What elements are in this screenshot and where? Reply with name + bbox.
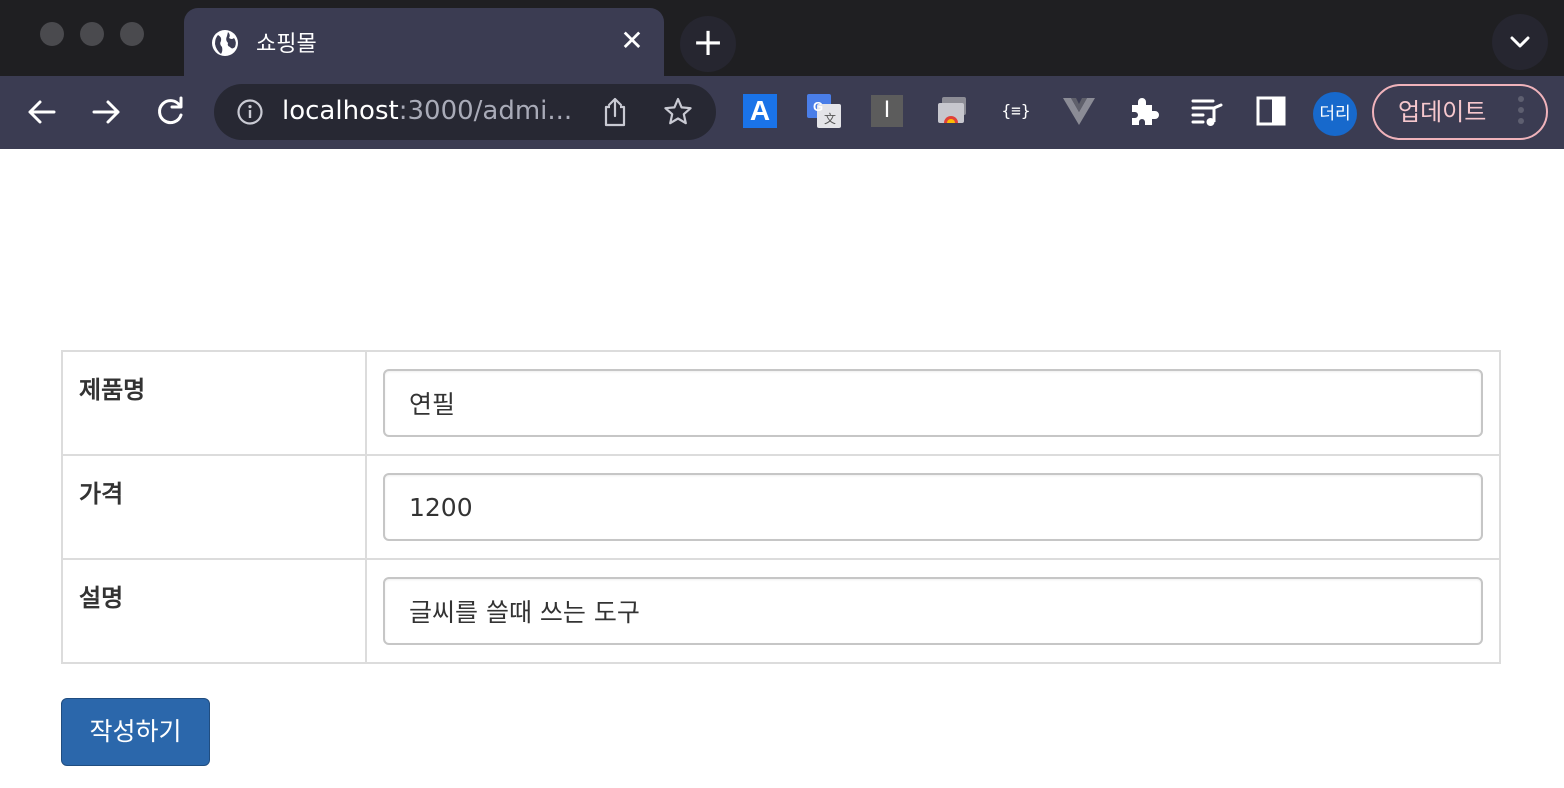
reload-icon[interactable] <box>148 90 192 134</box>
json-viewer-icon[interactable]: {≡} <box>997 94 1035 128</box>
side-panel-icon[interactable] <box>1254 94 1288 128</box>
update-button[interactable]: 업데이트 <box>1372 84 1548 140</box>
url-path: :3000/admi... <box>398 96 573 126</box>
svg-text:文: 文 <box>824 111 836 126</box>
product-name-input[interactable] <box>383 369 1483 437</box>
table-row: 설명 <box>61 558 1501 664</box>
price-input[interactable] <box>383 473 1483 541</box>
media-control-icon[interactable] <box>1190 94 1224 128</box>
browser-tabstrip: 쇼핑몰 ✕ + <box>0 0 1564 76</box>
extensions-puzzle-icon[interactable] <box>1126 94 1160 128</box>
browser-tab[interactable]: 쇼핑몰 ✕ <box>184 8 664 76</box>
product-form-table: 제품명 가격 설명 <box>61 350 1501 664</box>
table-row: 가격 <box>61 454 1501 560</box>
svg-text:G: G <box>813 99 823 114</box>
bookmark-star-icon[interactable] <box>662 96 694 128</box>
globe-icon <box>212 30 238 56</box>
description-input[interactable] <box>383 577 1483 645</box>
extension-i-icon[interactable]: I <box>871 95 903 127</box>
google-translate-icon[interactable]: G 文 <box>807 94 841 128</box>
address-bar[interactable]: localhost:3000/admi... <box>214 84 716 140</box>
price-label: 가격 <box>61 454 367 560</box>
window-minimize-dot[interactable] <box>80 22 104 46</box>
tab-title: 쇼핑몰 <box>256 32 317 57</box>
vue-devtools-icon[interactable] <box>1062 94 1096 128</box>
info-icon[interactable] <box>236 98 264 126</box>
back-arrow-icon[interactable] <box>20 90 64 134</box>
browser-toolbar: localhost:3000/admi... A G 文 I {≡} 더리 업데… <box>0 76 1564 149</box>
url-text[interactable]: localhost:3000/admi... <box>282 96 572 126</box>
new-tab-button[interactable]: + <box>680 16 736 72</box>
url-host: localhost <box>282 96 399 126</box>
tab-close-icon[interactable]: ✕ <box>616 26 648 58</box>
submit-button[interactable]: 작성하기 <box>61 698 210 766</box>
window-zoom-dot[interactable] <box>120 22 144 46</box>
forward-arrow-icon[interactable] <box>84 90 128 134</box>
share-icon[interactable] <box>600 96 630 128</box>
name-field-cell <box>365 350 1501 456</box>
extension-a-icon[interactable]: A <box>743 94 777 128</box>
description-field-cell <box>365 558 1501 664</box>
name-label: 제품명 <box>61 350 367 456</box>
tab-cast-icon[interactable] <box>935 94 969 128</box>
description-label: 설명 <box>61 558 367 664</box>
tab-search-button[interactable] <box>1492 14 1548 70</box>
profile-avatar[interactable]: 더리 <box>1313 92 1357 136</box>
price-field-cell <box>365 454 1501 560</box>
window-close-dot[interactable] <box>40 22 64 46</box>
more-vert-icon[interactable] <box>1518 96 1524 128</box>
update-button-label: 업데이트 <box>1398 98 1487 126</box>
table-row: 제품명 <box>61 350 1501 456</box>
chevron-down-icon <box>1510 36 1530 48</box>
